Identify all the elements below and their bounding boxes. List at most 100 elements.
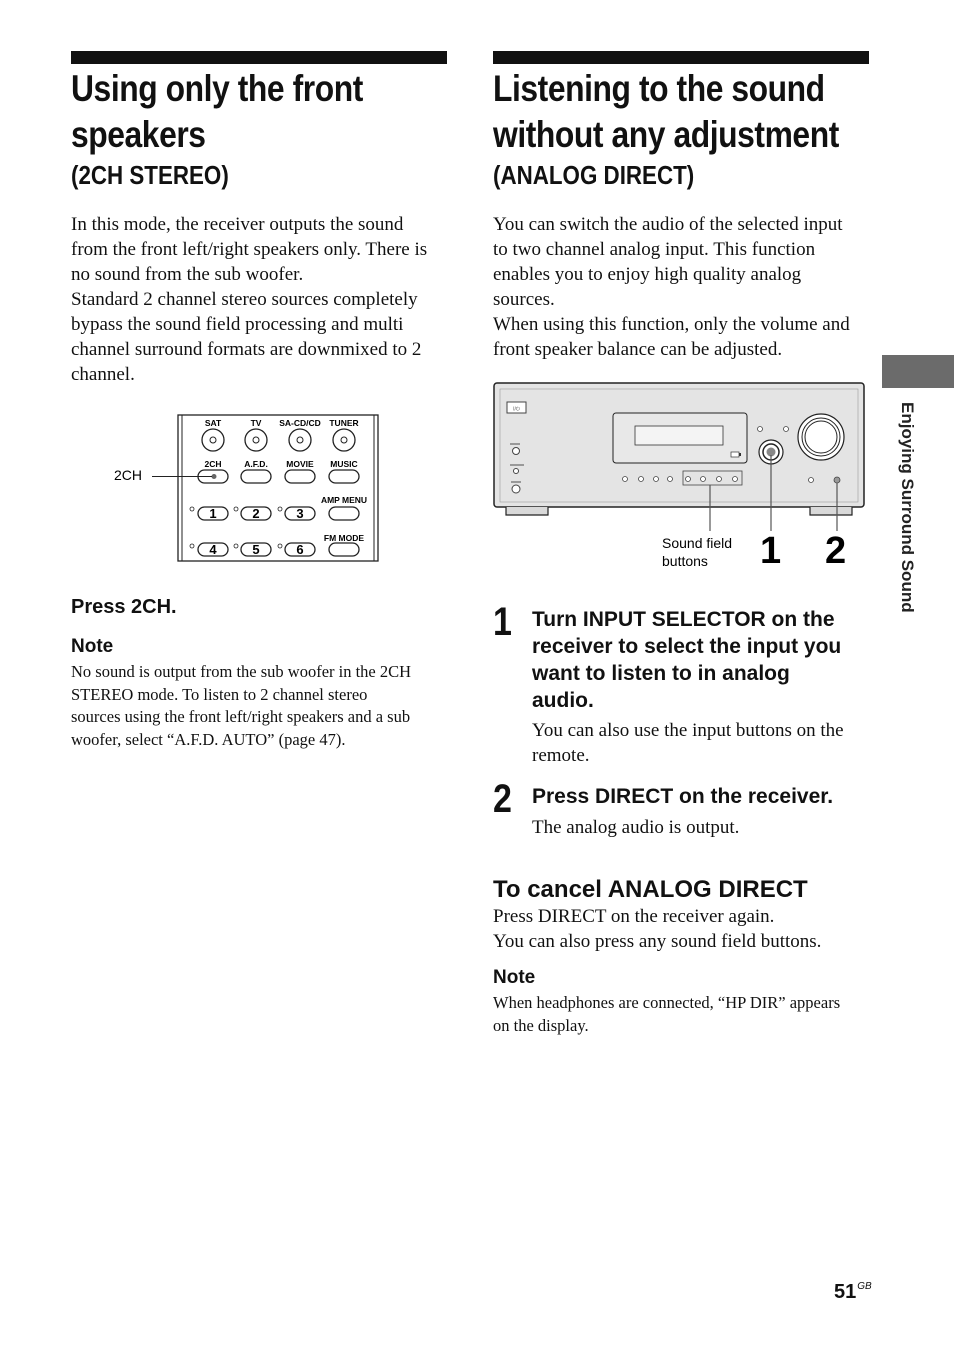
chapter-label: Enjoying Surround Sound (898, 402, 917, 613)
input-mode-button[interactable] (783, 426, 789, 432)
remote-label-tuner: TUNER (329, 418, 358, 428)
sound-field-2ch-button[interactable] (685, 476, 691, 482)
step-detail: You can also use the input buttons on th… (532, 718, 873, 768)
remote-key-2: 2 (252, 506, 259, 521)
remote-label-afd: A.F.D. (244, 459, 268, 469)
remote-label-tv: TV (251, 418, 262, 428)
step-title-line: receiver to select the input you (532, 635, 842, 658)
step-number: 1 (493, 600, 512, 644)
intro-paragraph: In this mode, the receiver outputs the s… (71, 212, 461, 387)
step-number: 2 (493, 777, 512, 821)
section-subtitle: (2CH STEREO) (71, 160, 229, 190)
remote-2ch-dot (211, 474, 217, 479)
step-2: 2 Press DIRECT on the receiver. The anal… (493, 777, 873, 840)
remote-key-6: 6 (296, 542, 303, 557)
receiver-illustration: I/⏻ Sound field buttons 1 2 (493, 382, 865, 572)
step-title: Turn INPUT SELECTOR on the receiver to s… (532, 606, 873, 714)
callout-number-2: 2 (825, 530, 846, 572)
sound-field-afd-button[interactable] (700, 476, 706, 482)
remote-key-1: 1 (209, 506, 216, 521)
section-title-line-2: speakers (71, 114, 206, 155)
remote-button-tv[interactable] (244, 428, 268, 452)
remote-label-sacd: SA-CD/CD (279, 418, 321, 428)
foot-left (505, 507, 549, 516)
para-line: front speaker balance can be adjusted. (493, 339, 783, 360)
sound-field-music-button[interactable] (732, 476, 738, 482)
remote-button-movie[interactable] (284, 469, 316, 484)
chapter-tab-marker (882, 355, 954, 388)
para-line: bypass the sound field processing and mu… (71, 314, 404, 335)
cancel-line: You can also press any sound field butto… (493, 931, 822, 952)
tuning-plus-button[interactable] (667, 476, 673, 482)
note-line: sources using the front left/right speak… (71, 707, 411, 726)
para-line: enables you to enjoy high quality analog (493, 264, 802, 285)
svg-text:I/⏻: I/⏻ (513, 407, 520, 413)
remote-button-afd[interactable] (240, 469, 272, 484)
remote-key-5: 5 (252, 542, 259, 557)
remote-key-4: 4 (209, 542, 217, 557)
para-line: no sound from the sub woofer. (71, 264, 304, 285)
remote-key-3: 3 (296, 506, 303, 521)
note-line: STEREO mode. To listen to 2 channel ster… (71, 684, 368, 704)
section-2ch-stereo: Using only the front speakers (2CH STERE… (71, 51, 447, 190)
step-title: Press DIRECT on the receiver. (532, 783, 873, 810)
sound-field-label-1: Sound field (662, 535, 732, 551)
phones-jack (511, 484, 521, 494)
para-line: In this mode, the receiver outputs the s… (71, 214, 404, 235)
cancel-heading: To cancel ANALOG DIRECT (493, 876, 808, 903)
remote-button-fm-mode[interactable] (328, 542, 360, 557)
para-line: to two channel analog input. This functi… (493, 239, 816, 260)
step-title-line: Turn INPUT SELECTOR on the (532, 608, 835, 631)
foot-right (809, 507, 853, 516)
step-detail: The analog audio is output. (532, 815, 873, 840)
note-heading: Note (493, 967, 536, 988)
callout-number-1: 1 (760, 530, 781, 572)
page-number-suffix: GB (857, 1281, 872, 1292)
section-analog-direct: Listening to the sound without any adjus… (493, 51, 869, 190)
page-number-value: 51 (834, 1281, 857, 1303)
remote-button-tuner[interactable] (332, 428, 356, 452)
step-title-line: audio. (532, 689, 594, 712)
tuning-mode-button[interactable] (638, 476, 644, 482)
para-line: channel surround formats are downmixed t… (71, 339, 422, 360)
section-title-line-1: Using only the front (71, 68, 363, 109)
cancel-text: Press DIRECT on the receiver again. You … (493, 904, 883, 954)
note-line: woofer, select “A.F.D. AUTO” (page 47). (71, 729, 346, 749)
remote-button-sat[interactable] (201, 428, 225, 452)
remote-button-amp-menu[interactable] (328, 506, 360, 521)
step-1: 1 Turn INPUT SELECTOR on the receiver to… (493, 600, 873, 768)
section-rule (493, 51, 869, 64)
para-line: You can switch the audio of the selected… (493, 214, 843, 235)
step-detail-line: The analog audio is output. (532, 817, 740, 838)
remote-button-music[interactable] (328, 469, 360, 484)
note-heading: Note (71, 636, 114, 657)
note-line: on the display. (493, 1015, 589, 1035)
step-title-line: Press DIRECT on the receiver. (532, 785, 834, 808)
speakers-button[interactable] (512, 447, 520, 455)
cancel-line: Press DIRECT on the receiver again. (493, 906, 775, 927)
analog-direct-side-button[interactable] (808, 477, 814, 483)
remote-button-sacd[interactable] (288, 428, 312, 452)
remote-illustration: SAT TV SA-CD/CD TUNER 2CH A.F.D. MOVIE M… (114, 414, 379, 562)
display-button[interactable] (757, 426, 763, 432)
para-line: from the front left/right speakers only.… (71, 239, 428, 260)
sound-field-label-2: buttons (662, 553, 708, 569)
remote-label-fm-mode: FM MODE (324, 533, 364, 543)
steps-list: 1 Turn INPUT SELECTOR on the receiver to… (493, 600, 873, 840)
direct-button[interactable] (833, 476, 841, 484)
remote-label-2ch: 2CH (204, 459, 221, 469)
remote-label-movie: MOVIE (286, 459, 314, 469)
intro-paragraph-right: You can switch the audio of the selected… (493, 212, 883, 362)
para-line: Standard 2 channel stereo sources comple… (71, 289, 418, 310)
sound-field-movie-button[interactable] (716, 476, 722, 482)
auto-cal-mic-jack (513, 468, 519, 474)
page-number: 51GB (834, 1281, 872, 1304)
step-detail-line: You can also use the input buttons on th… (532, 720, 844, 741)
memory-enter-button[interactable] (622, 476, 628, 482)
remote-label-music: MUSIC (330, 459, 357, 469)
note-text: When headphones are connected, “HP DIR” … (493, 992, 883, 1037)
tuning-minus-button[interactable] (653, 476, 659, 482)
instruction-press-2ch: Press 2CH. (71, 596, 177, 618)
section-subtitle: (ANALOG DIRECT) (493, 160, 695, 190)
step-detail-line: remote. (532, 745, 590, 766)
